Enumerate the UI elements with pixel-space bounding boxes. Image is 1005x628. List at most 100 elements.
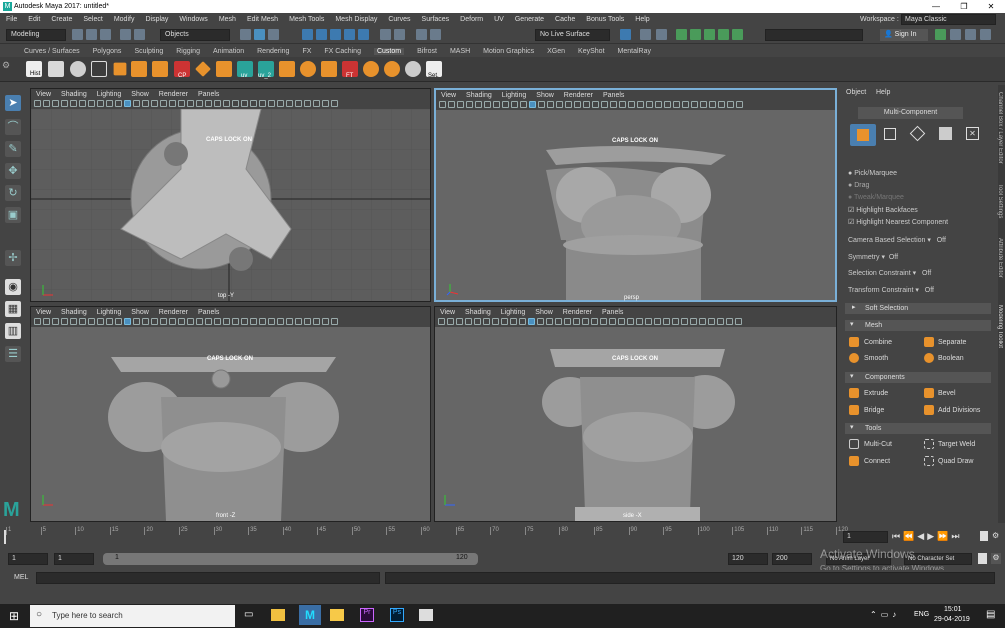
mesh-section[interactable]: Mesh — [845, 320, 991, 331]
tool-settings-tab[interactable]: Tool Settings — [997, 184, 1003, 229]
viewport-persp[interactable]: View Shading Lighting Show Renderer Panels CA… — [434, 88, 837, 302]
snap-view-plane-icon[interactable] — [344, 29, 355, 40]
layout-icon-2[interactable] — [950, 29, 961, 40]
modeling-toolkit-icon[interactable] — [676, 29, 687, 40]
menu-deform[interactable]: Deform — [460, 16, 483, 23]
shelf-tab-fx[interactable]: FX — [302, 48, 311, 55]
auto-key-icon[interactable] — [980, 531, 988, 541]
ipr-render-icon[interactable] — [430, 29, 441, 40]
store-app-icon[interactable] — [271, 609, 285, 621]
menu-edit[interactable]: Edit — [28, 16, 40, 23]
shelf-tab-polygons[interactable]: Polygons — [93, 48, 122, 55]
range-slider[interactable]: 1 120 — [103, 553, 478, 565]
shelf-tab-keyshot[interactable]: KeyShot — [578, 48, 604, 55]
highlight-nearest-checkbox[interactable]: ☑ Highlight Nearest Component — [848, 218, 948, 226]
menu-mesh[interactable]: Mesh — [219, 16, 236, 23]
face-mode-icon[interactable] — [939, 127, 952, 140]
connect-button[interactable]: Connect — [864, 458, 890, 465]
separate-button[interactable]: Separate — [938, 339, 966, 346]
transform-constraint-dropdown[interactable]: Transform Constraint ▾ Off — [848, 286, 934, 294]
selection-mask-select[interactable]: Objects — [160, 29, 230, 41]
viewport-menu-lighting[interactable]: Lighting — [501, 309, 526, 316]
windows-start-icon[interactable]: ⊞ — [9, 610, 21, 622]
clock-date[interactable]: 29-04-2019 — [934, 616, 970, 623]
snap-live-icon[interactable] — [358, 29, 369, 40]
shelf-tab-xgen[interactable]: XGen — [547, 48, 565, 55]
file-explorer-icon[interactable] — [330, 609, 344, 621]
playback-start-field[interactable]: 1 — [54, 553, 94, 565]
shelf-tab-curves-surfaces[interactable]: Curves / Surfaces — [24, 48, 80, 55]
symmetry-dropdown[interactable]: Symmetry ▾ Off — [848, 253, 898, 261]
cube-orange-icon[interactable] — [216, 61, 232, 77]
viewport-menu-show[interactable]: Show — [131, 91, 149, 98]
menu-select[interactable]: Select — [83, 16, 102, 23]
menu-bonus-tools[interactable]: Bonus Tools — [586, 16, 624, 23]
menu-create[interactable]: Create — [51, 16, 72, 23]
attribute-editor-icon[interactable] — [704, 29, 715, 40]
shelf-tab-mentalray[interactable]: MentalRay — [618, 48, 651, 55]
layout-icon-1[interactable] — [935, 29, 946, 40]
vertex-mode-icon[interactable] — [884, 128, 896, 140]
menu-edit-mesh[interactable]: Edit Mesh — [247, 16, 278, 23]
mode-select[interactable]: Modeling — [6, 29, 66, 41]
shelf-tab-sculpting[interactable]: Sculpting — [134, 48, 163, 55]
select-by-component-icon[interactable] — [268, 29, 279, 40]
viewport-menu-lighting[interactable]: Lighting — [97, 309, 122, 316]
menu-display[interactable]: Display — [145, 16, 168, 23]
viewport-menu-shading[interactable]: Shading — [61, 309, 87, 316]
viewport-menu-view[interactable]: View — [441, 92, 456, 99]
gear-icon[interactable] — [405, 61, 421, 77]
viewport-front-icons[interactable] — [34, 318, 338, 325]
shelf-tab-motion-graphics[interactable]: Motion Graphics — [483, 48, 534, 55]
components-section[interactable]: Components — [845, 372, 991, 383]
menu-surfaces[interactable]: Surfaces — [422, 16, 450, 23]
viewport-menu-renderer[interactable]: Renderer — [159, 309, 188, 316]
bounding-box-icon[interactable] — [91, 61, 107, 77]
extrude-button[interactable]: Extrude — [864, 390, 888, 397]
selection-constraint-dropdown[interactable]: Selection Constraint ▾ Off — [848, 269, 931, 277]
smooth-shelf-icon[interactable] — [363, 61, 379, 77]
toolkit-menu-help[interactable]: Help — [876, 89, 890, 96]
current-frame-field[interactable]: 1 — [843, 531, 888, 543]
grid-cube-icon[interactable] — [279, 61, 295, 77]
shelf-tab-rigging[interactable]: Rigging — [176, 48, 200, 55]
viewport-menu-panels[interactable]: Panels — [198, 309, 219, 316]
key-settings-icon[interactable]: ⚙ — [992, 531, 999, 540]
shelf-menu-icon[interactable]: ⚙ — [2, 60, 16, 78]
soft-selection-section[interactable]: Soft Selection — [845, 303, 991, 314]
shelf-tab-fx-caching[interactable]: FX Caching — [324, 48, 361, 55]
rotate-tool-icon[interactable]: ↻ — [5, 185, 21, 201]
viewport-menu-renderer[interactable]: Renderer — [563, 309, 592, 316]
add-divisions-button[interactable]: Add Divisions — [938, 407, 980, 414]
snap-curve-icon[interactable] — [316, 29, 327, 40]
camera-based-selection-dropdown[interactable]: Camera Based Selection ▾ Off — [848, 236, 946, 244]
combine-shelf-icon[interactable] — [113, 62, 127, 76]
new-scene-icon[interactable] — [72, 29, 83, 40]
drag-radio[interactable]: ● Drag — [848, 182, 869, 189]
select-by-object-icon[interactable] — [254, 29, 265, 40]
channel-box-icon[interactable] — [732, 29, 743, 40]
smooth-button[interactable]: Smooth — [864, 355, 888, 362]
command-search-field[interactable] — [765, 29, 863, 41]
task-view-icon[interactable]: ▭ — [244, 609, 253, 620]
viewport-menu-shading[interactable]: Shading — [466, 92, 492, 99]
move-tool-icon[interactable]: ✥ — [5, 163, 21, 179]
menu-cache[interactable]: Cache — [555, 16, 575, 23]
menu-generate[interactable]: Generate — [515, 16, 544, 23]
outliner-layout-icon[interactable]: ☰ — [5, 346, 21, 362]
multi-component-mode[interactable]: Multi-Component — [858, 107, 963, 119]
taskbar-search-box[interactable]: ○ Type here to search — [30, 605, 235, 627]
clock-time[interactable]: 15:01 — [944, 606, 962, 613]
character-key-icon[interactable] — [978, 553, 987, 564]
highlight-backfaces-checkbox[interactable]: ☑ Highlight Backfaces — [848, 206, 918, 214]
viewport-menu-panels[interactable]: Panels — [198, 91, 219, 98]
select-tool-icon[interactable]: ➤ — [5, 95, 21, 111]
bridge-button[interactable]: Bridge — [864, 407, 884, 414]
shelf-tab-rendering[interactable]: Rendering — [257, 48, 289, 55]
viewport-menu-panels[interactable]: Panels — [603, 92, 624, 99]
menu-mesh-display[interactable]: Mesh Display — [335, 16, 377, 23]
snap-point-icon[interactable] — [330, 29, 341, 40]
pick-marquee-radio[interactable]: ● Pick/Marquee — [848, 170, 897, 177]
bevel-button[interactable]: Bevel — [938, 390, 956, 397]
redo-icon[interactable] — [134, 29, 145, 40]
